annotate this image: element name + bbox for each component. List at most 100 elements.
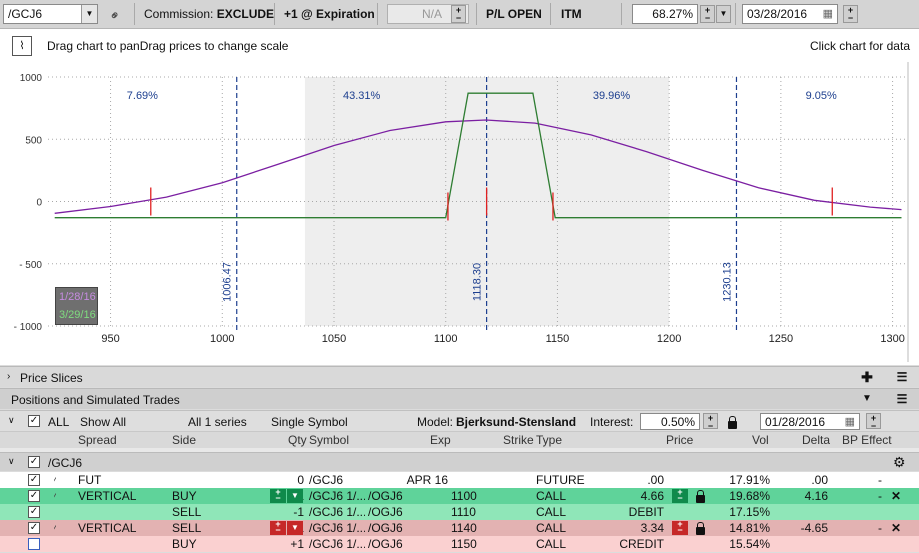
cell-strike[interactable]: 1140 bbox=[451, 521, 531, 535]
col-type[interactable]: Type bbox=[536, 433, 562, 447]
cell-qty[interactable]: 0 bbox=[230, 473, 304, 487]
cell-price[interactable]: .00 bbox=[596, 473, 664, 487]
price-stepper[interactable]: + − bbox=[672, 488, 688, 503]
model-label: Model: bbox=[417, 415, 454, 429]
qty-stepper[interactable]: + − bbox=[270, 520, 286, 535]
calendar-icon[interactable]: ▦ bbox=[845, 415, 855, 428]
lock-icon[interactable] bbox=[728, 416, 737, 429]
model-value[interactable]: Bjerksund-Stensland bbox=[456, 415, 576, 429]
expiration-button[interactable]: +1 @ Expiration bbox=[284, 4, 375, 24]
model-date-field[interactable]: 01/28/2016 ▦ bbox=[760, 413, 860, 430]
cell-strike[interactable]: 1110 bbox=[451, 505, 531, 519]
qty-stepper[interactable]: + − bbox=[270, 488, 286, 503]
all-label: ALL bbox=[48, 415, 70, 429]
cell-price[interactable]: CREDIT bbox=[596, 537, 664, 551]
filter-row: ∨ ✓ ALL Show All All 1 series Single Sym… bbox=[0, 410, 919, 431]
menu-icon[interactable]: ☰ bbox=[891, 389, 913, 409]
cell-symbol: /GCJ6 bbox=[309, 473, 344, 487]
col-qty[interactable]: Qty bbox=[288, 433, 307, 447]
close-icon[interactable]: ✕ bbox=[891, 489, 901, 503]
col-price[interactable]: Price bbox=[666, 433, 693, 447]
lock-icon[interactable] bbox=[696, 490, 705, 503]
x-tick-label: 1100 bbox=[434, 333, 458, 345]
all-checkbox[interactable]: ✓ bbox=[28, 415, 40, 427]
cell-spread: VERTICAL bbox=[78, 521, 137, 535]
probability-label: 43.31% bbox=[343, 90, 381, 102]
lock-icon[interactable] bbox=[696, 522, 705, 535]
col-side[interactable]: Side bbox=[172, 433, 196, 447]
collapse-icon[interactable]: ▼ bbox=[856, 389, 878, 409]
cell-price[interactable]: DEBIT bbox=[596, 505, 664, 519]
chart-legend: 1/28/16 3/29/16 bbox=[55, 287, 98, 325]
col-strike[interactable]: Strike bbox=[503, 433, 534, 447]
analyze-curve-icon[interactable]: ∕ bbox=[54, 521, 56, 535]
table-row[interactable]: ✓ SELL -1/GCJ6 1/.../OGJ6 1110 CALL DEBIT 17.1… bbox=[0, 504, 919, 520]
interest-stepper[interactable]: + − bbox=[703, 413, 718, 431]
show-all-filter[interactable]: Show All bbox=[80, 415, 126, 429]
price-slices-bar[interactable]: › Price Slices ✚ ☰ bbox=[0, 366, 919, 387]
percent-stepper[interactable]: + − bbox=[700, 5, 715, 23]
interest-field[interactable]: 0.50% bbox=[640, 413, 700, 430]
close-icon[interactable]: ✕ bbox=[891, 521, 901, 535]
na-stepper[interactable]: + − bbox=[451, 5, 466, 23]
cell-exp: /OGJ6 bbox=[368, 489, 403, 503]
cell-symbol: /GCJ6 1/... bbox=[309, 505, 365, 519]
chevron-down-icon[interactable]: ▼ bbox=[287, 489, 303, 503]
analyze-curve-icon[interactable]: ∕ bbox=[54, 489, 56, 503]
model-date-stepper[interactable]: + − bbox=[866, 413, 881, 431]
col-exp[interactable]: Exp bbox=[430, 433, 451, 447]
col-vol[interactable]: Vol bbox=[752, 433, 769, 447]
risk-profile-chart[interactable]: 950 1000 1050 1100 1150 1200 1250 1300 1000 500 0 -… bbox=[0, 62, 919, 365]
table-row[interactable]: ✓∕VERTICALSELL-1/GCJ6 1/.../OGJ61140CALL… bbox=[0, 520, 919, 536]
link-icon[interactable]: ⚭ bbox=[106, 3, 129, 26]
chevron-down-icon[interactable]: ∨ bbox=[8, 415, 15, 426]
symbol-filter[interactable]: Single Symbol bbox=[271, 415, 348, 429]
pl-open-button[interactable]: P/L OPEN bbox=[486, 4, 542, 24]
analyze-curve-icon[interactable]: ∕ bbox=[54, 473, 56, 487]
cell-strike[interactable]: 1100 bbox=[451, 489, 531, 503]
chevron-right-icon[interactable]: › bbox=[7, 371, 10, 382]
cell-strike[interactable]: 1150 bbox=[451, 537, 531, 551]
table-row[interactable]: ✓∕VERTICALBUY+1/GCJ6 1/.../OGJ61100CALL4… bbox=[0, 488, 919, 504]
col-delta[interactable]: Delta bbox=[802, 433, 830, 447]
y-tick-label: 1000 bbox=[20, 73, 43, 84]
chevron-down-icon[interactable]: ▼ bbox=[716, 5, 731, 23]
table-row[interactable]: ✓ ∕ FUT 0/GCJ6 APR 16 FUTURE .00 17.91% .00- bbox=[0, 472, 919, 488]
chevron-down-icon[interactable]: ∨ bbox=[8, 456, 15, 467]
add-icon[interactable]: ✚ bbox=[856, 367, 878, 387]
commission-button[interactable]: Commission: EXCLUDE bbox=[144, 4, 274, 24]
commission-label: Commission: bbox=[144, 7, 214, 21]
col-bp-effect[interactable]: BP Effect bbox=[842, 433, 892, 447]
table-row[interactable]: BUY +1/GCJ6 1/.../OGJ6 1150 CALL CREDIT 15.54… bbox=[0, 536, 919, 552]
row-checkbox[interactable]: ✓ bbox=[28, 474, 40, 486]
menu-icon[interactable]: ☰ bbox=[891, 367, 913, 387]
symbol-input[interactable]: /GCJ6 ▼ bbox=[3, 4, 98, 24]
cell-qty[interactable]: -1 bbox=[230, 505, 304, 519]
series-filter[interactable]: All 1 series bbox=[188, 415, 247, 429]
chevron-down-icon[interactable]: ▼ bbox=[81, 5, 97, 23]
group-row[interactable]: ∨ ✓ /GCJ6 ⚙ bbox=[0, 452, 919, 471]
cell-price[interactable]: 4.66 bbox=[596, 489, 664, 503]
row-checkbox[interactable] bbox=[28, 538, 40, 550]
cell-qty[interactable]: +1 bbox=[230, 537, 304, 551]
group-checkbox[interactable]: ✓ bbox=[28, 456, 40, 468]
chart-panel[interactable]: ⌇ Drag chart to panDrag prices to change… bbox=[0, 29, 919, 365]
cell-price[interactable]: 3.34 bbox=[596, 521, 664, 535]
gear-icon[interactable]: ⚙ bbox=[893, 454, 906, 471]
percent-field[interactable]: 68.27% bbox=[632, 4, 698, 24]
itm-button[interactable]: ITM bbox=[561, 4, 582, 24]
calendar-icon[interactable]: ▦ bbox=[823, 7, 833, 20]
column-header-row: Spread Side Qty Symbol Exp Strike Type P… bbox=[0, 431, 919, 448]
col-symbol[interactable]: Symbol bbox=[309, 433, 349, 447]
date-stepper[interactable]: + − bbox=[843, 5, 858, 23]
chart-icon[interactable]: ⌇ bbox=[12, 36, 32, 56]
legend-item-1: 1/28/16 bbox=[59, 291, 96, 303]
row-checkbox[interactable]: ✓ bbox=[28, 522, 40, 534]
row-checkbox[interactable]: ✓ bbox=[28, 490, 40, 502]
x-tick-label: 950 bbox=[101, 333, 119, 345]
date-field[interactable]: 03/28/2016 ▦ bbox=[742, 4, 838, 24]
row-checkbox[interactable]: ✓ bbox=[28, 506, 40, 518]
col-spread[interactable]: Spread bbox=[78, 433, 117, 447]
chevron-down-icon[interactable]: ▼ bbox=[287, 521, 303, 535]
price-stepper[interactable]: + − bbox=[672, 520, 688, 535]
